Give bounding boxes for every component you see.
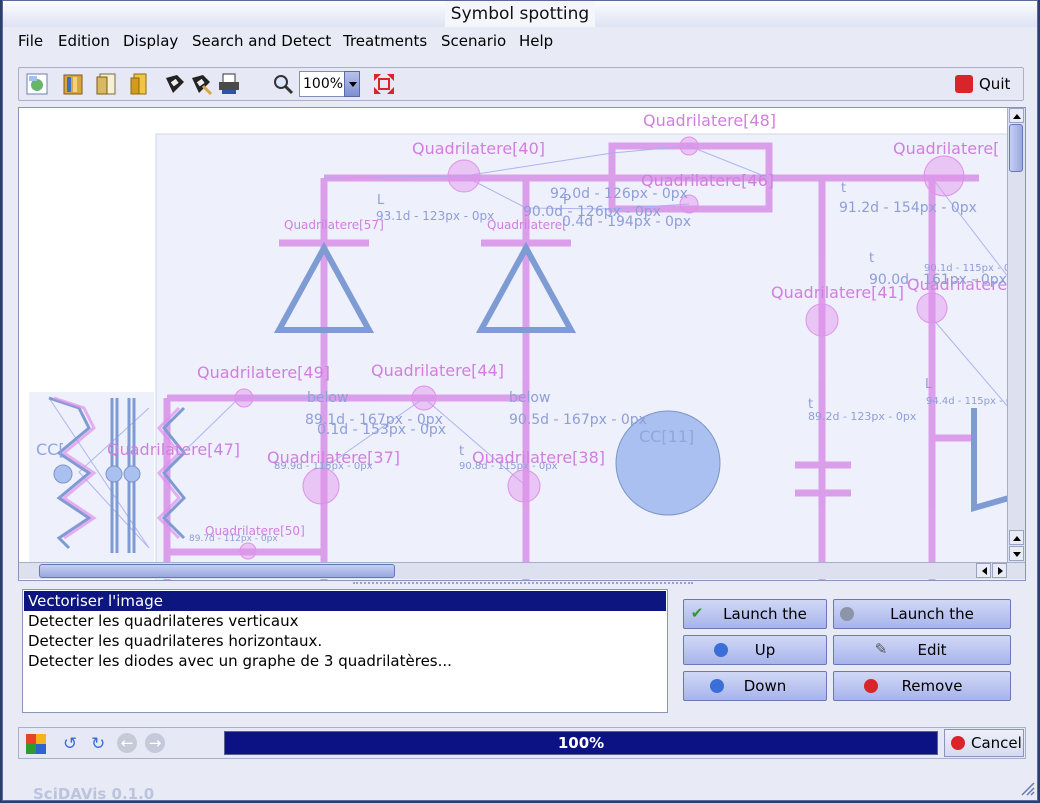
- menu-display[interactable]: Display: [123, 32, 178, 50]
- progress-bar: 100%: [224, 731, 938, 755]
- cancel-button[interactable]: Cancel: [944, 729, 1024, 757]
- canvas-label: Quadrilatere[44]: [371, 361, 504, 380]
- canvas-relation: t: [869, 251, 874, 266]
- drawing-canvas[interactable]: Quadrilatere[48] Quadrilatere[40] Quadri…: [18, 107, 1026, 581]
- color-palette-icon[interactable]: [26, 734, 46, 754]
- canvas-measure: 91.2d - 154px - 0px: [839, 200, 977, 216]
- schematic-drawing: Quadrilatere[48] Quadrilatere[40] Quadri…: [29, 111, 1025, 580]
- canvas-measure: 93.1d - 123px - 0px: [376, 209, 494, 223]
- canvas-measure: 89.9d - 115px - 0px: [274, 461, 373, 472]
- down-button[interactable]: Down: [683, 671, 827, 701]
- launch-scenario-button[interactable]: Launch the scenario: [833, 599, 1011, 651]
- rule-list[interactable]: Vectoriser l'image Detecter les quadrila…: [22, 589, 668, 713]
- launch-rule-button[interactable]: ✔ Launch the rule: [683, 599, 827, 651]
- list-item[interactable]: Vectoriser l'image: [24, 591, 666, 611]
- list-item[interactable]: Detecter les quadrilateres horizontaux.: [24, 631, 666, 651]
- progress-text: 100%: [557, 734, 605, 752]
- menu-bar: File Edition Display Search and Detect T…: [3, 29, 1037, 53]
- canvas-label: Quadrilatere[: [893, 139, 999, 158]
- menu-help[interactable]: Help: [519, 32, 553, 50]
- panel-splitter[interactable]: [353, 582, 693, 586]
- horizontal-scrollbar[interactable]: [19, 562, 1025, 579]
- up-label: Up: [754, 641, 776, 659]
- canvas-measure: 90.5d - 167px - 0px: [509, 412, 647, 428]
- menu-scenario[interactable]: Scenario: [441, 32, 506, 50]
- canvas-relation: L: [925, 377, 933, 392]
- resize-grip-icon[interactable]: [1019, 780, 1035, 796]
- up-button[interactable]: Up: [683, 635, 827, 665]
- menu-edition[interactable]: Edition: [58, 32, 110, 50]
- scroll-right-button[interactable]: [992, 563, 1007, 578]
- canvas-measure: 90.0d - 161px - 0px: [869, 272, 1007, 288]
- canvas-label: Quadrilatere[48]: [643, 111, 776, 130]
- canvas-measure: 90.8d - 115px - 0px: [459, 461, 558, 472]
- status-bar: ↺ ↻ ← → 100% Cancel: [18, 727, 1026, 759]
- cancel-label: Cancel: [971, 734, 1022, 752]
- power-icon: [955, 75, 973, 93]
- remove-button[interactable]: Remove: [833, 671, 1011, 701]
- canvas-measure: 0.4d - 194px - 0px: [562, 214, 691, 230]
- canvas-label: Quadrilatere[49]: [197, 363, 330, 382]
- print-icon[interactable]: [217, 72, 241, 96]
- edit-button[interactable]: ✎ Edit: [833, 635, 1011, 665]
- redo-icon[interactable]: ↻: [91, 734, 105, 754]
- undo-icon[interactable]: ↺: [63, 734, 77, 754]
- open-pages-icon[interactable]: [95, 72, 119, 96]
- forward-icon[interactable]: →: [145, 733, 165, 753]
- canvas-measure: 89.2d - 123px - 0px: [808, 410, 917, 423]
- canvas-relation: t: [459, 444, 464, 459]
- save-as-icon[interactable]: [189, 72, 213, 96]
- import-image-icon[interactable]: [25, 72, 49, 96]
- scroll-down-button[interactable]: [1009, 546, 1024, 561]
- zoom-icon[interactable]: [271, 72, 295, 96]
- vertical-scrollbar[interactable]: [1007, 108, 1025, 562]
- back-icon[interactable]: ←: [117, 733, 137, 753]
- canvas-relation: P: [563, 193, 571, 208]
- title-bar[interactable]: Symbol spotting: [3, 1, 1037, 27]
- cancel-icon: [951, 736, 965, 750]
- edit-label: Edit: [917, 641, 947, 659]
- list-item[interactable]: Detecter les diodes avec un graphe de 3 …: [24, 651, 666, 671]
- canvas-measure: 0.1d - 153px - 0px: [317, 422, 446, 438]
- canvas-relation: t: [808, 397, 813, 412]
- menu-file[interactable]: File: [18, 32, 43, 50]
- canvas-label: Quadrilatere[57]: [284, 218, 384, 232]
- menu-treatments[interactable]: Treatments: [343, 32, 427, 50]
- open-book-icon[interactable]: [61, 72, 85, 96]
- open-folder-icon[interactable]: [129, 72, 153, 96]
- scroll-left-button[interactable]: [976, 563, 991, 578]
- canvas-relation: L: [377, 193, 385, 208]
- canvas-label: CC[11]: [639, 427, 694, 446]
- canvas-label: Quadrilatere[47]: [107, 440, 240, 459]
- list-item[interactable]: Detecter les quadrilateres verticaux: [24, 611, 666, 631]
- canvas-label: Quadrilatere[40]: [412, 139, 545, 158]
- horizontal-scroll-thumb[interactable]: [39, 564, 395, 578]
- gear-icon: [840, 607, 854, 621]
- canvas-relation: t: [841, 181, 846, 196]
- canvas-relation: below: [307, 390, 348, 406]
- zoom-dropdown-button[interactable]: [344, 71, 360, 97]
- app-window: Symbol spotting File Edition Display Sea…: [2, 0, 1038, 803]
- vertical-scroll-thumb[interactable]: [1009, 124, 1023, 172]
- background-window-title: SciDAVis 0.1.0: [33, 785, 155, 803]
- canvas-measure: 89.7d - 112px - 0px: [189, 534, 278, 544]
- down-label: Down: [743, 677, 787, 695]
- canvas-relation: below: [509, 390, 550, 406]
- canvas-label: CC[: [36, 440, 65, 459]
- canvas-label: Quadrilatere[: [487, 218, 567, 232]
- scroll-up-button[interactable]: [1009, 530, 1024, 545]
- remove-label: Remove: [901, 677, 963, 695]
- quit-label: Quit: [979, 75, 1011, 93]
- main-toolbar: 100% Quit: [18, 67, 1024, 101]
- fit-window-icon[interactable]: [372, 72, 396, 96]
- checkmark-icon: ✔: [690, 604, 704, 622]
- scroll-up-button[interactable]: [1009, 108, 1024, 123]
- save-icon[interactable]: [163, 72, 187, 96]
- menu-search-and-detect[interactable]: Search and Detect: [192, 32, 331, 50]
- window-title: Symbol spotting: [444, 1, 596, 27]
